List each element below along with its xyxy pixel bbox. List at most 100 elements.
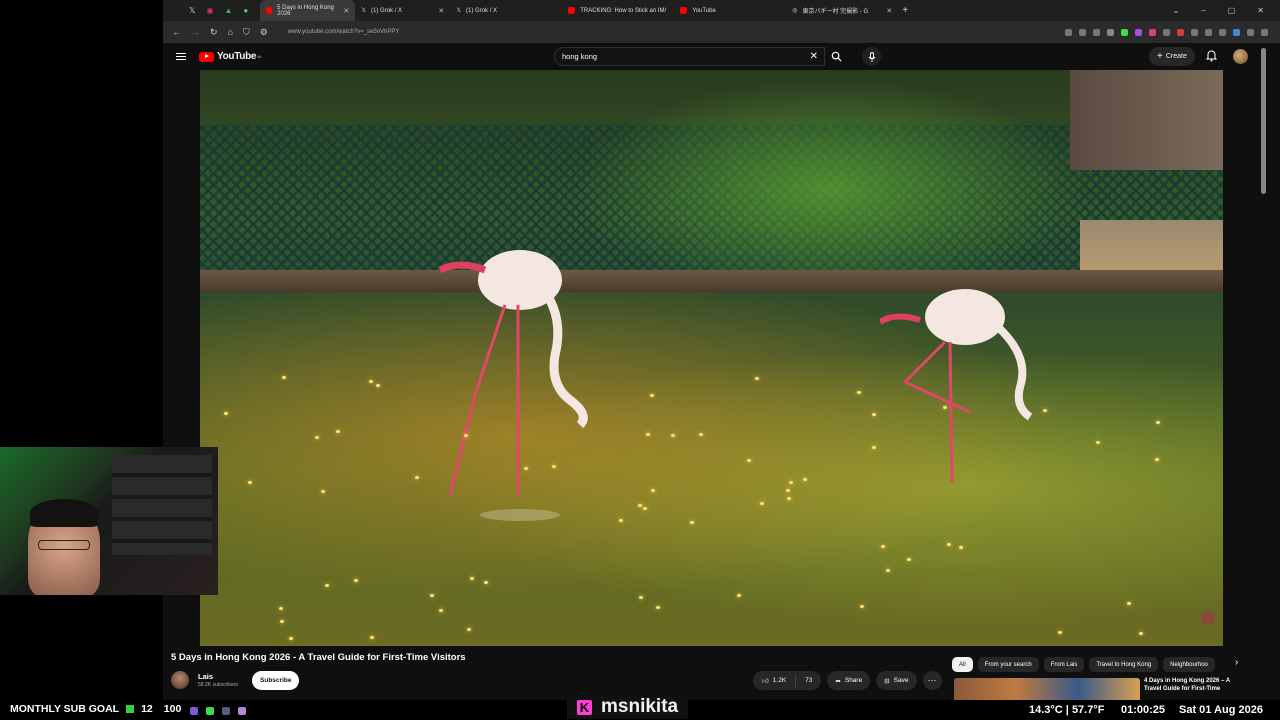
sparkle [747, 459, 751, 462]
sparkle [280, 620, 284, 623]
extension-icon[interactable] [1149, 28, 1156, 36]
youtube-logo[interactable]: YouTube NL [199, 51, 262, 62]
youtube-favicon-icon [266, 7, 273, 14]
extension-pinned-icon[interactable]: ▲ [224, 6, 232, 15]
tab-japanese[interactable]: ◎ 東京バギー村 完撮影 - G ✕ [786, 0, 898, 21]
url-field[interactable]: www.youtube.com/watch?v=_se5nVhPPY [288, 29, 400, 35]
reload-icon[interactable]: ↻ [210, 27, 218, 38]
tab-youtube-video[interactable]: 5 Days in Hong Kong 2026 ✕ [260, 0, 356, 21]
extension-icon[interactable] [1233, 28, 1240, 36]
app-icon[interactable] [190, 707, 198, 715]
bookmark-star-icon[interactable] [1107, 28, 1114, 36]
menu-icon[interactable] [1261, 28, 1268, 36]
sparkle [439, 609, 443, 612]
foliage [550, 70, 1110, 270]
sparkle [639, 596, 643, 599]
maximize-icon[interactable]: ▢ [1228, 6, 1236, 15]
kick-logo-icon: K [577, 699, 592, 715]
new-tab-icon[interactable]: + [902, 5, 908, 16]
share-button[interactable]: ➦ Share [827, 671, 871, 690]
search-icon [831, 51, 842, 62]
more-actions-button[interactable]: ⋯ [922, 671, 942, 690]
x-pinned-icon[interactable]: 𝕏 [189, 6, 195, 15]
sparkle [656, 606, 660, 609]
channel-watermark-icon[interactable] [1200, 610, 1216, 626]
extension-icon[interactable] [1205, 28, 1212, 36]
instagram-pinned-icon[interactable]: ◉ [206, 6, 213, 15]
extension-icon[interactable] [1191, 28, 1198, 36]
chips-next-icon[interactable]: › [1235, 657, 1238, 668]
back-icon[interactable]: ← [172, 27, 181, 38]
subscriber-count: 58.2K subscribers [198, 682, 239, 688]
home-icon[interactable]: ⌂ [228, 27, 233, 38]
extension-icon[interactable] [1135, 28, 1142, 36]
forward-icon[interactable]: → [191, 27, 200, 38]
tab-list-icon[interactable]: ⌄ [1173, 6, 1180, 15]
close-tab-icon[interactable]: ✕ [343, 7, 349, 15]
sparkle [872, 446, 876, 449]
green-pinned-icon[interactable]: ● [243, 6, 248, 15]
notifications-bell-icon[interactable] [1206, 49, 1217, 62]
voice-search-button[interactable] [862, 47, 881, 66]
chip-travel-hong-kong[interactable]: Travel to Hong Kong [1089, 657, 1159, 672]
chip-from-channel[interactable]: From Lais [1043, 657, 1085, 672]
sparkle [315, 436, 319, 439]
youtube-play-icon [199, 51, 214, 62]
create-button[interactable]: + Create [1149, 47, 1195, 66]
sparkle [959, 546, 963, 549]
extension-icon[interactable] [1079, 28, 1086, 36]
like-button[interactable]: 👍︎ 1.2K [753, 674, 797, 687]
shield-icon[interactable]: ⛉ [243, 27, 250, 38]
extensions-puzzle-icon[interactable] [1247, 28, 1254, 36]
extension-icon[interactable] [1219, 28, 1226, 36]
menu-icon[interactable] [176, 52, 186, 61]
globe-favicon-icon: ◎ [792, 8, 798, 14]
subscribe-button[interactable]: Subscribe [252, 670, 300, 690]
tab-grok-2[interactable]: 𝕏 (1) Grok / X [450, 0, 562, 21]
chip-from-search[interactable]: From your search [977, 657, 1039, 672]
taskbar-tray [190, 707, 246, 715]
save-button[interactable]: ⊟ Save [876, 671, 917, 690]
tab-label: YouTube [692, 7, 716, 14]
sparkle [464, 434, 468, 437]
sparkle [1043, 409, 1047, 412]
sparkle [737, 594, 741, 597]
tab-youtube[interactable]: YouTube [674, 0, 786, 21]
download-icon[interactable] [1121, 28, 1128, 36]
close-tab-icon[interactable]: ✕ [886, 7, 892, 15]
sparkle [886, 569, 890, 572]
sparkle [690, 521, 694, 524]
close-tab-icon[interactable]: ✕ [438, 7, 444, 15]
sparkle [755, 377, 759, 380]
tab-grok-1[interactable]: 𝕏 (1) Grok / X ✕ [355, 0, 450, 21]
kick-channel-badge: K msnikita [567, 695, 689, 719]
app-icon[interactable] [222, 707, 230, 715]
extension-icon[interactable] [1177, 28, 1184, 36]
close-window-icon[interactable]: ✕ [1257, 6, 1264, 15]
channel-avatar[interactable] [171, 671, 189, 689]
app-icon[interactable] [238, 707, 246, 715]
site-settings-icon[interactable]: ⚙ [260, 27, 268, 38]
search-button[interactable] [825, 47, 847, 66]
chip-all[interactable]: All [952, 657, 973, 672]
account-avatar[interactable] [1233, 49, 1248, 64]
video-player[interactable] [200, 70, 1223, 646]
channel-name[interactable]: Lais [198, 672, 238, 681]
youtube-header: YouTube NL hong kong ✕ + Create [163, 43, 1280, 70]
app-icon[interactable] [206, 707, 214, 715]
logo-text: YouTube [217, 51, 257, 62]
sparkle [1058, 631, 1062, 634]
dislike-button[interactable]: 73 [796, 677, 821, 684]
extension-icon[interactable] [1163, 28, 1170, 36]
page-scrollbar-thumb[interactable] [1261, 48, 1266, 194]
sparkle [321, 490, 325, 493]
search-input[interactable]: hong kong ✕ [554, 47, 825, 66]
minimize-icon[interactable]: – [1201, 6, 1205, 15]
extension-icon[interactable] [1093, 28, 1100, 36]
clear-search-icon[interactable]: ✕ [810, 51, 818, 62]
extension-icon[interactable] [1065, 28, 1072, 36]
chip-neighbourhood[interactable]: Neighbourhoo [1163, 657, 1215, 672]
sparkle [789, 481, 793, 484]
sparkle [881, 545, 885, 548]
tab-tracking[interactable]: TRACKING: How to Stick an IM/ [562, 0, 674, 21]
